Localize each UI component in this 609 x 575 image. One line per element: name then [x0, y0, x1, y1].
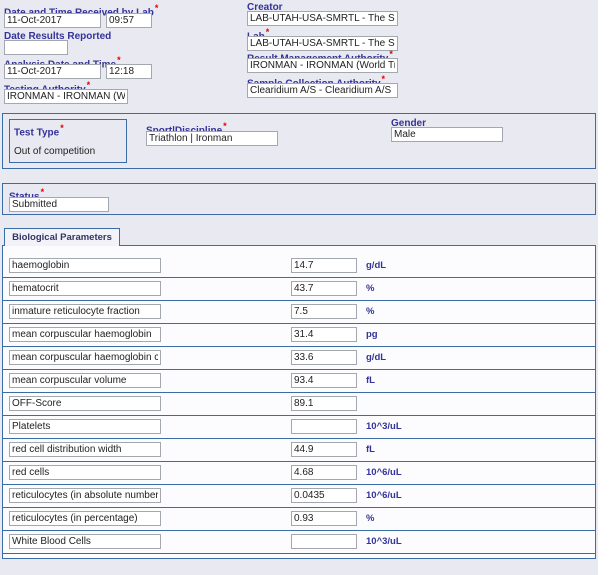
date-results-reported-input[interactable]: [4, 40, 68, 55]
parameter-name-input[interactable]: [9, 465, 161, 480]
parameter-name-input[interactable]: [9, 373, 161, 388]
testing-authority-input[interactable]: [4, 89, 128, 104]
creator-input[interactable]: [247, 11, 398, 26]
parameter-unit: 10^3/uL: [366, 421, 402, 432]
parameter-unit: g/dL: [366, 260, 387, 271]
table-row: fL: [3, 439, 595, 462]
status-section: Status: [2, 183, 596, 215]
parameter-unit: fL: [366, 444, 375, 455]
parameter-value-input[interactable]: [291, 396, 357, 411]
parameter-name-input[interactable]: [9, 327, 161, 342]
parameter-unit: %: [366, 513, 375, 524]
parameter-name-input[interactable]: [9, 350, 161, 365]
test-info-section: Test Type Out of competition Sport|Disci…: [2, 113, 596, 169]
parameter-value-input[interactable]: [291, 281, 357, 296]
analysis-date-input[interactable]: [4, 64, 101, 79]
parameter-value-input[interactable]: [291, 350, 357, 365]
parameter-name-input[interactable]: [9, 258, 161, 273]
date-received-date-input[interactable]: [4, 13, 101, 28]
test-type-value: Out of competition: [14, 146, 96, 157]
table-row: [3, 393, 595, 416]
parameter-value-input[interactable]: [291, 304, 357, 319]
parameter-value-input[interactable]: [291, 511, 357, 526]
table-row: fL: [3, 370, 595, 393]
test-type-label: Test Type: [14, 123, 64, 138]
parameter-name-input[interactable]: [9, 511, 161, 526]
parameter-unit: 10^3/uL: [366, 536, 402, 547]
table-row: pg: [3, 324, 595, 347]
parameter-value-input[interactable]: [291, 465, 357, 480]
table-row: 10^6/uL: [3, 462, 595, 485]
parameter-unit: 10^6/uL: [366, 467, 402, 478]
parameter-value-input[interactable]: [291, 534, 357, 549]
analysis-time-input[interactable]: [106, 64, 152, 79]
sample-collection-authority-input[interactable]: [247, 83, 398, 98]
gender-input[interactable]: [391, 127, 503, 142]
result-management-authority-input[interactable]: [247, 58, 398, 73]
table-row: 10^3/uL: [3, 416, 595, 439]
table-row: 10^6/uL: [3, 485, 595, 508]
parameter-name-input[interactable]: [9, 419, 161, 434]
table-row: 10^3/uL: [3, 531, 595, 554]
parameter-unit: pg: [366, 329, 378, 340]
parameter-name-input[interactable]: [9, 534, 161, 549]
parameter-unit: 10^6/uL: [366, 490, 402, 501]
parameter-unit: fL: [366, 375, 375, 386]
parameter-value-input[interactable]: [291, 419, 357, 434]
date-received-time-input[interactable]: [106, 13, 152, 28]
parameter-name-input[interactable]: [9, 304, 161, 319]
parameter-value-input[interactable]: [291, 373, 357, 388]
parameter-unit: %: [366, 283, 375, 294]
parameter-name-input[interactable]: [9, 442, 161, 457]
tab-biological-parameters[interactable]: Biological Parameters: [4, 228, 120, 246]
parameter-unit: %: [366, 306, 375, 317]
parameter-value-input[interactable]: [291, 488, 357, 503]
parameter-name-input[interactable]: [9, 488, 161, 503]
table-row: g/dL: [3, 347, 595, 370]
status-input[interactable]: [9, 197, 109, 212]
parameter-unit: g/dL: [366, 352, 387, 363]
parameter-value-input[interactable]: [291, 327, 357, 342]
lab-result-form: Date and Time Received by Lab Date Resul…: [0, 0, 598, 575]
sport-discipline-input[interactable]: [146, 131, 278, 146]
lab-result-screen: Date and Time Received by Lab Date Resul…: [0, 0, 609, 575]
parameter-value-input[interactable]: [291, 258, 357, 273]
parameter-name-input[interactable]: [9, 281, 161, 296]
table-row: %: [3, 301, 595, 324]
table-row: g/dL: [3, 255, 595, 278]
test-type-box: Test Type Out of competition: [9, 119, 127, 163]
parameter-name-input[interactable]: [9, 396, 161, 411]
table-row: %: [3, 278, 595, 301]
table-row: %: [3, 508, 595, 531]
biological-parameters-table: g/dL % % pg g/dL: [2, 245, 596, 559]
parameter-value-input[interactable]: [291, 442, 357, 457]
